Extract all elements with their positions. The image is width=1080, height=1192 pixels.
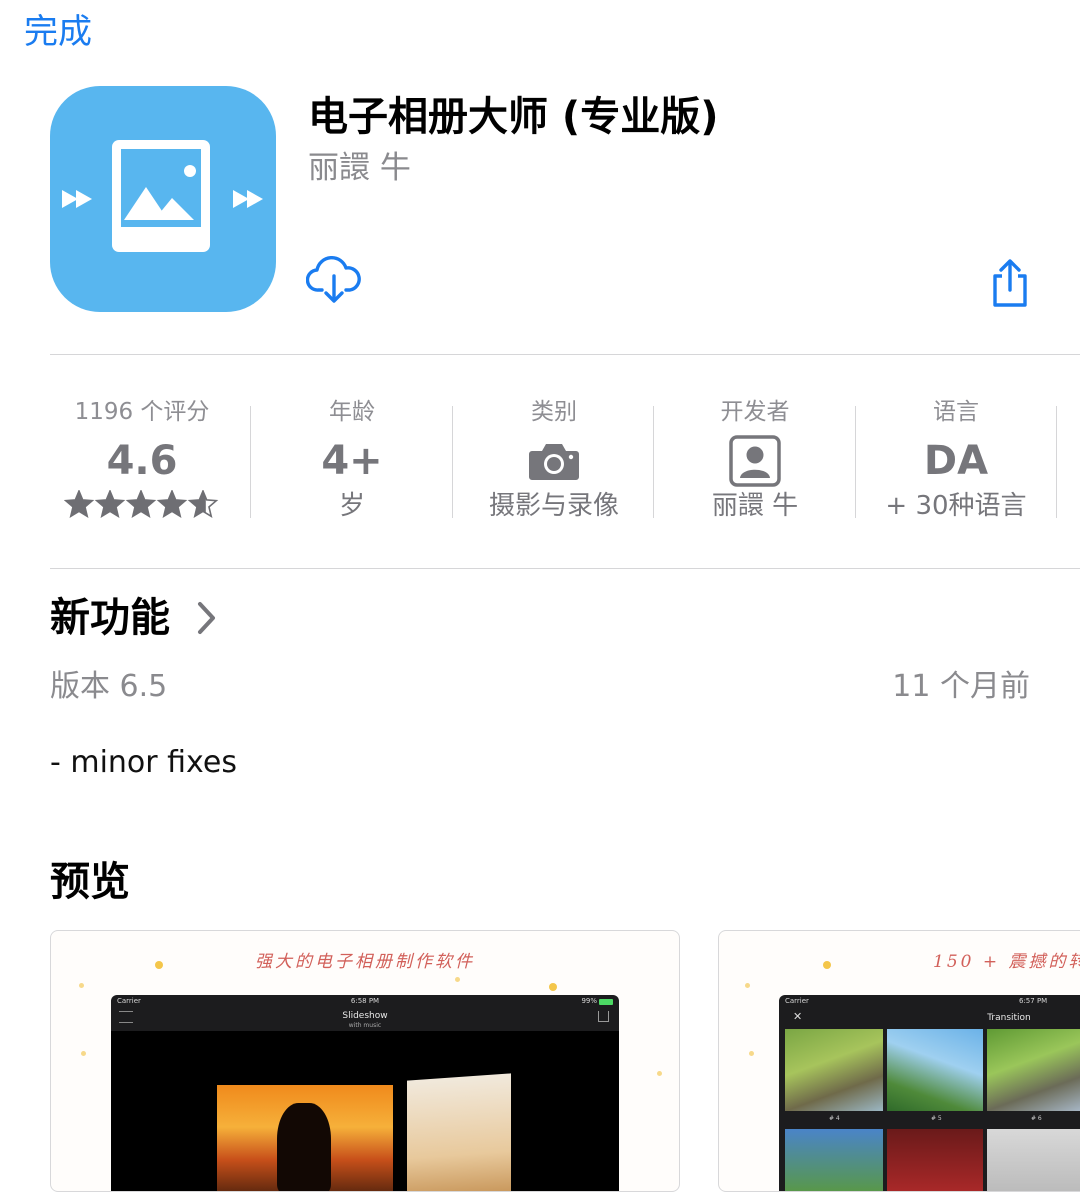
confetti-dot — [81, 1051, 86, 1056]
confetti-dot — [657, 1071, 662, 1076]
developer-name: 丽譞 牛 — [711, 491, 799, 521]
stars-icon — [63, 488, 219, 519]
transition-thumb — [785, 1129, 883, 1191]
transition-thumb — [987, 1129, 1080, 1191]
app-title: 电子相册大师 (专业版) — [308, 94, 719, 140]
info-language[interactable]: 语言 DA + 30种语言 — [857, 392, 1055, 552]
confetti-dot — [823, 961, 831, 969]
person-square-icon — [655, 432, 855, 490]
star-fill — [96, 491, 124, 517]
status-time: 6:58 PM — [350, 997, 380, 1005]
battery-icon — [599, 999, 613, 1005]
confetti-dot — [749, 1051, 754, 1056]
divider — [50, 568, 1080, 569]
confetti-dot — [79, 983, 84, 988]
ipad-mockup: Carrier 6:58 PM 99% Slideshow with music — [111, 995, 619, 1191]
status-time: 6:57 PM — [1019, 997, 1048, 1005]
transition-thumb — [887, 1029, 983, 1111]
info-age[interactable]: 年龄 4+ 岁 — [252, 392, 452, 552]
ratings-count: 1196 个评分 — [74, 399, 210, 425]
carrier-label: Carrier — [785, 997, 809, 1005]
whats-new-title[interactable]: 新功能 — [50, 592, 170, 644]
screenshot-1[interactable]: 强大的电子相册制作软件 Carrier 6:58 PM 99% Slidesho… — [50, 930, 680, 1192]
status-bar: Carrier 6:57 PM — [779, 997, 1080, 1009]
chevron-right-icon[interactable] — [194, 600, 218, 636]
photo-frame-icon — [62, 140, 263, 252]
photo-card — [407, 1073, 511, 1191]
info-divider — [250, 406, 251, 518]
age-value: 4+ — [321, 438, 383, 484]
star-fill — [158, 491, 186, 517]
transition-thumb — [785, 1029, 883, 1111]
camera-icon — [454, 432, 654, 490]
release-notes: - minor fixes — [50, 745, 237, 780]
app-icon — [50, 86, 276, 312]
info-divider — [1056, 406, 1057, 518]
divider — [50, 354, 1080, 355]
confetti-dot — [455, 977, 460, 982]
status-bar: Carrier 6:58 PM 99% — [111, 997, 619, 1009]
info-divider — [452, 406, 453, 518]
confetti-dot — [549, 983, 557, 991]
share-icon — [993, 259, 1027, 307]
category-name: 摄影与录像 — [488, 491, 619, 521]
info-developer[interactable]: 开发者 丽譞 牛 — [655, 392, 855, 552]
sunset-photo — [217, 1085, 393, 1191]
close-icon: ✕ — [793, 1010, 803, 1023]
cloud-download-icon — [305, 256, 361, 303]
menu-icon — [119, 1011, 133, 1023]
thumb-label: # 5 — [931, 1115, 942, 1122]
battery-label: 99% — [581, 997, 597, 1005]
screen-title: Transition — [987, 1013, 1031, 1023]
language-label: 语言 — [933, 399, 979, 425]
age-label: 年龄 — [329, 399, 375, 425]
done-button[interactable]: 完成 — [24, 10, 92, 54]
developer-label: 开发者 — [720, 399, 790, 425]
slideshow-stage — [111, 1031, 619, 1191]
confetti-dot — [155, 961, 163, 969]
confetti-dot — [745, 983, 750, 988]
transition-thumb — [987, 1029, 1080, 1111]
screen-subtitle: with music — [348, 1022, 382, 1029]
download-button[interactable] — [305, 256, 362, 306]
app-developer[interactable]: 丽譞 牛 — [308, 148, 411, 188]
star-fill — [127, 491, 155, 517]
ipad-mockup: Carrier 6:57 PM ✕ Transition # 4 # 5 # 6 — [779, 995, 1080, 1191]
preview-title: 预览 — [50, 859, 130, 905]
language-value: DA — [923, 438, 989, 484]
thumb-label: # 4 — [829, 1115, 840, 1122]
transition-thumb — [887, 1129, 983, 1191]
screen-title: Slideshow — [342, 1011, 388, 1021]
language-count: + 30种语言 — [885, 491, 1027, 521]
share-button[interactable] — [988, 258, 1032, 310]
category-label: 类别 — [531, 399, 577, 425]
version-label: 版本 6.5 — [50, 669, 168, 704]
age-unit: 岁 — [338, 491, 365, 521]
star-fill — [65, 491, 93, 517]
thumb-label: # 6 — [1031, 1115, 1042, 1122]
share-icon — [598, 1011, 609, 1022]
info-category[interactable]: 类别 摄影与录像 — [454, 392, 654, 552]
couple-silhouette — [277, 1103, 331, 1191]
screenshot-caption: 150 + 震撼的转场 — [933, 952, 1080, 972]
screenshot-2[interactable]: 150 + 震撼的转场 Carrier 6:57 PM ✕ Transition… — [718, 930, 1080, 1192]
info-divider — [653, 406, 654, 518]
screenshot-caption: 强大的电子相册制作软件 — [255, 952, 475, 972]
star-rating — [38, 488, 246, 529]
info-ratings[interactable]: 1196 个评分 4.6 — [38, 392, 246, 552]
rating-value: 4.6 — [106, 438, 178, 484]
version-date: 11 个月前 — [892, 669, 1030, 704]
info-divider — [855, 406, 856, 518]
